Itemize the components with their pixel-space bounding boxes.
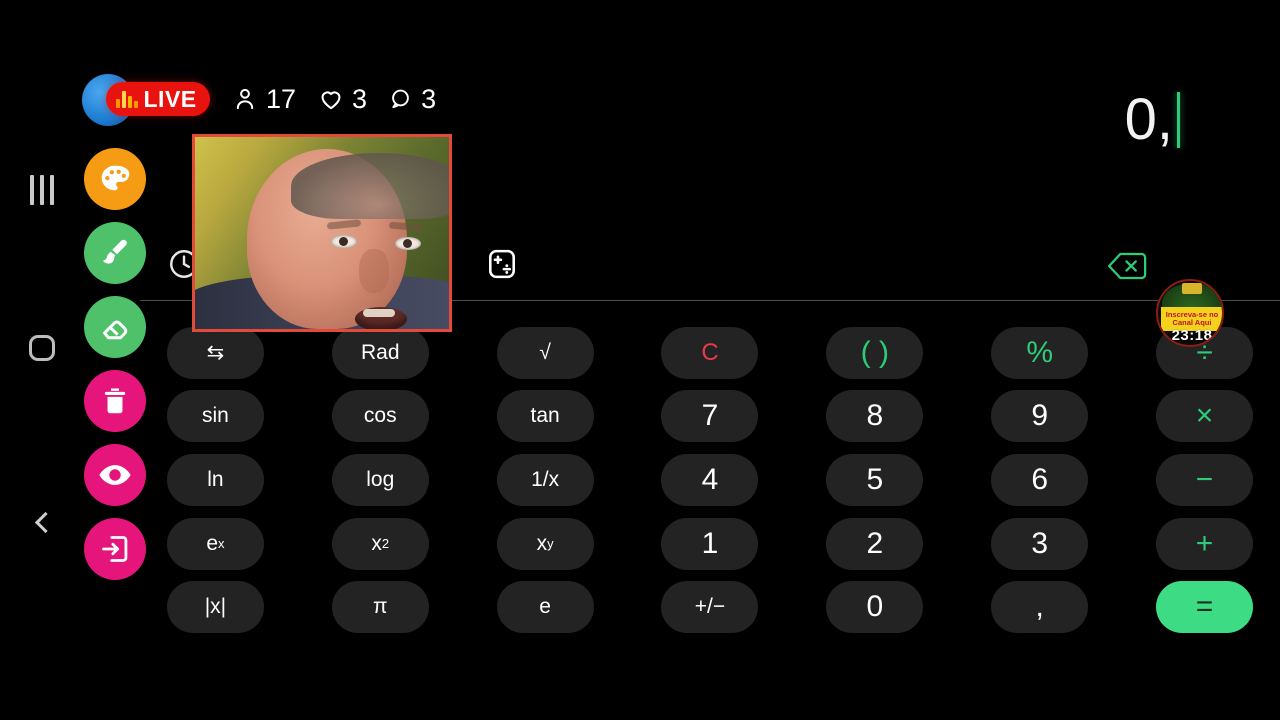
- webcam-pip[interactable]: [192, 134, 452, 332]
- equals-key[interactable]: =: [1156, 581, 1254, 634]
- equalizer-icon: [116, 90, 138, 108]
- like-count-value: 3: [352, 83, 368, 114]
- power-key[interactable]: xy: [496, 517, 594, 570]
- comment-count-value: 3: [421, 83, 437, 114]
- eraser-tool-button[interactable]: [84, 296, 146, 358]
- live-badge[interactable]: LIVE: [82, 70, 210, 128]
- recents-bar: [40, 175, 44, 205]
- sqrt-key[interactable]: √: [496, 326, 594, 379]
- viewer-count-value: 17: [266, 83, 297, 114]
- multiply-key[interactable]: ×: [1156, 390, 1254, 443]
- digit-2-key[interactable]: 2: [826, 517, 924, 570]
- recents-bar: [30, 175, 34, 205]
- backspace-icon: [1108, 252, 1147, 280]
- comment-count: 3: [389, 83, 437, 114]
- digit-7-key[interactable]: 7: [661, 390, 759, 443]
- clear-key[interactable]: C: [661, 326, 759, 379]
- live-stream-header: LIVE 17 3 3: [82, 70, 436, 128]
- pip-face: [247, 149, 449, 329]
- pi-key[interactable]: π: [331, 581, 429, 634]
- palette-icon: [101, 165, 130, 191]
- recents-button[interactable]: [24, 172, 60, 208]
- pip-eyebrow: [326, 219, 362, 230]
- pip-eye: [331, 235, 357, 248]
- cos-key[interactable]: cos: [331, 390, 429, 443]
- text-caret: [1177, 92, 1180, 148]
- like-count: 3: [318, 83, 368, 114]
- reciprocal-key[interactable]: 1/x: [496, 453, 594, 506]
- digit-4-key[interactable]: 4: [661, 453, 759, 506]
- digit-9-key[interactable]: 9: [991, 390, 1089, 443]
- viewer-count: 17: [232, 83, 297, 114]
- pip-hair: [291, 153, 449, 219]
- ln-key[interactable]: ln: [166, 453, 264, 506]
- home-button[interactable]: [24, 330, 60, 366]
- palette-tool-button[interactable]: [84, 148, 146, 210]
- delete-tool-button[interactable]: [84, 370, 146, 432]
- tan-key[interactable]: tan: [496, 390, 594, 443]
- square-key[interactable]: x2: [331, 517, 429, 570]
- calculator-display[interactable]: 0,: [1125, 86, 1180, 154]
- home-icon: [29, 335, 55, 361]
- parentheses-key[interactable]: ( ): [826, 326, 924, 379]
- sign-key[interactable]: +/−: [661, 581, 759, 634]
- digit-8-key[interactable]: 8: [826, 390, 924, 443]
- pip-mouth: [355, 307, 407, 329]
- display-value: 0,: [1124, 87, 1173, 152]
- sin-key[interactable]: sin: [166, 390, 264, 443]
- crown-icon: [1182, 283, 1202, 294]
- person-icon: [236, 88, 254, 110]
- digit-6-key[interactable]: 6: [991, 453, 1089, 506]
- calculator-mode-button[interactable]: [478, 240, 526, 288]
- toggle-layout-key[interactable]: ⇆: [166, 326, 264, 379]
- exit-tool-button[interactable]: [84, 518, 146, 580]
- live-pill: LIVE: [106, 82, 210, 116]
- calculator-mode-icon: [489, 249, 515, 279]
- clock-time: 23:18: [1171, 327, 1213, 344]
- channel-watermark: Inscreva-se no Canal Aqui 23:18: [1156, 279, 1224, 347]
- heart-icon: [321, 91, 341, 110]
- watermark-line2: Canal Aqui: [1172, 318, 1212, 327]
- recents-bar: [50, 175, 54, 205]
- digit-3-key[interactable]: 3: [991, 517, 1089, 570]
- eraser-icon: [103, 320, 128, 340]
- absolute-key[interactable]: |x|: [166, 581, 264, 634]
- system-navigation-bar: [0, 0, 80, 720]
- back-button[interactable]: [24, 504, 60, 540]
- percent-key[interactable]: %: [991, 326, 1089, 379]
- visibility-tool-button[interactable]: [84, 444, 146, 506]
- exit-icon: [102, 536, 128, 562]
- digit-5-key[interactable]: 5: [826, 453, 924, 506]
- calculator-keypad: ⇆ Rad √ C( )% ÷ sin cos tan 7 8 9 × ln log 1/x 4 5 6− e x x 2…: [140, 325, 1280, 635]
- live-label: LIVE: [143, 85, 197, 112]
- eye-icon: [99, 465, 131, 485]
- exp-key[interactable]: ex: [166, 517, 264, 570]
- digit-0-key[interactable]: 0: [826, 581, 924, 634]
- pip-eye: [395, 237, 421, 250]
- angle-mode-key[interactable]: Rad: [331, 326, 429, 379]
- brush-icon: [102, 239, 127, 264]
- chevron-left-icon: [34, 511, 56, 533]
- digit-1-key[interactable]: 1: [661, 517, 759, 570]
- log-key[interactable]: log: [331, 453, 429, 506]
- plus-key[interactable]: +: [1156, 517, 1254, 570]
- decimal-key[interactable]: ,: [991, 581, 1089, 634]
- pip-nose: [359, 249, 389, 293]
- backspace-button[interactable]: [1103, 242, 1151, 290]
- drawing-tools-panel: [84, 148, 146, 592]
- euler-key[interactable]: e: [496, 581, 594, 634]
- trash-icon: [104, 388, 126, 414]
- brush-tool-button[interactable]: [84, 222, 146, 284]
- minus-key[interactable]: −: [1156, 453, 1254, 506]
- comment-icon: [392, 89, 409, 109]
